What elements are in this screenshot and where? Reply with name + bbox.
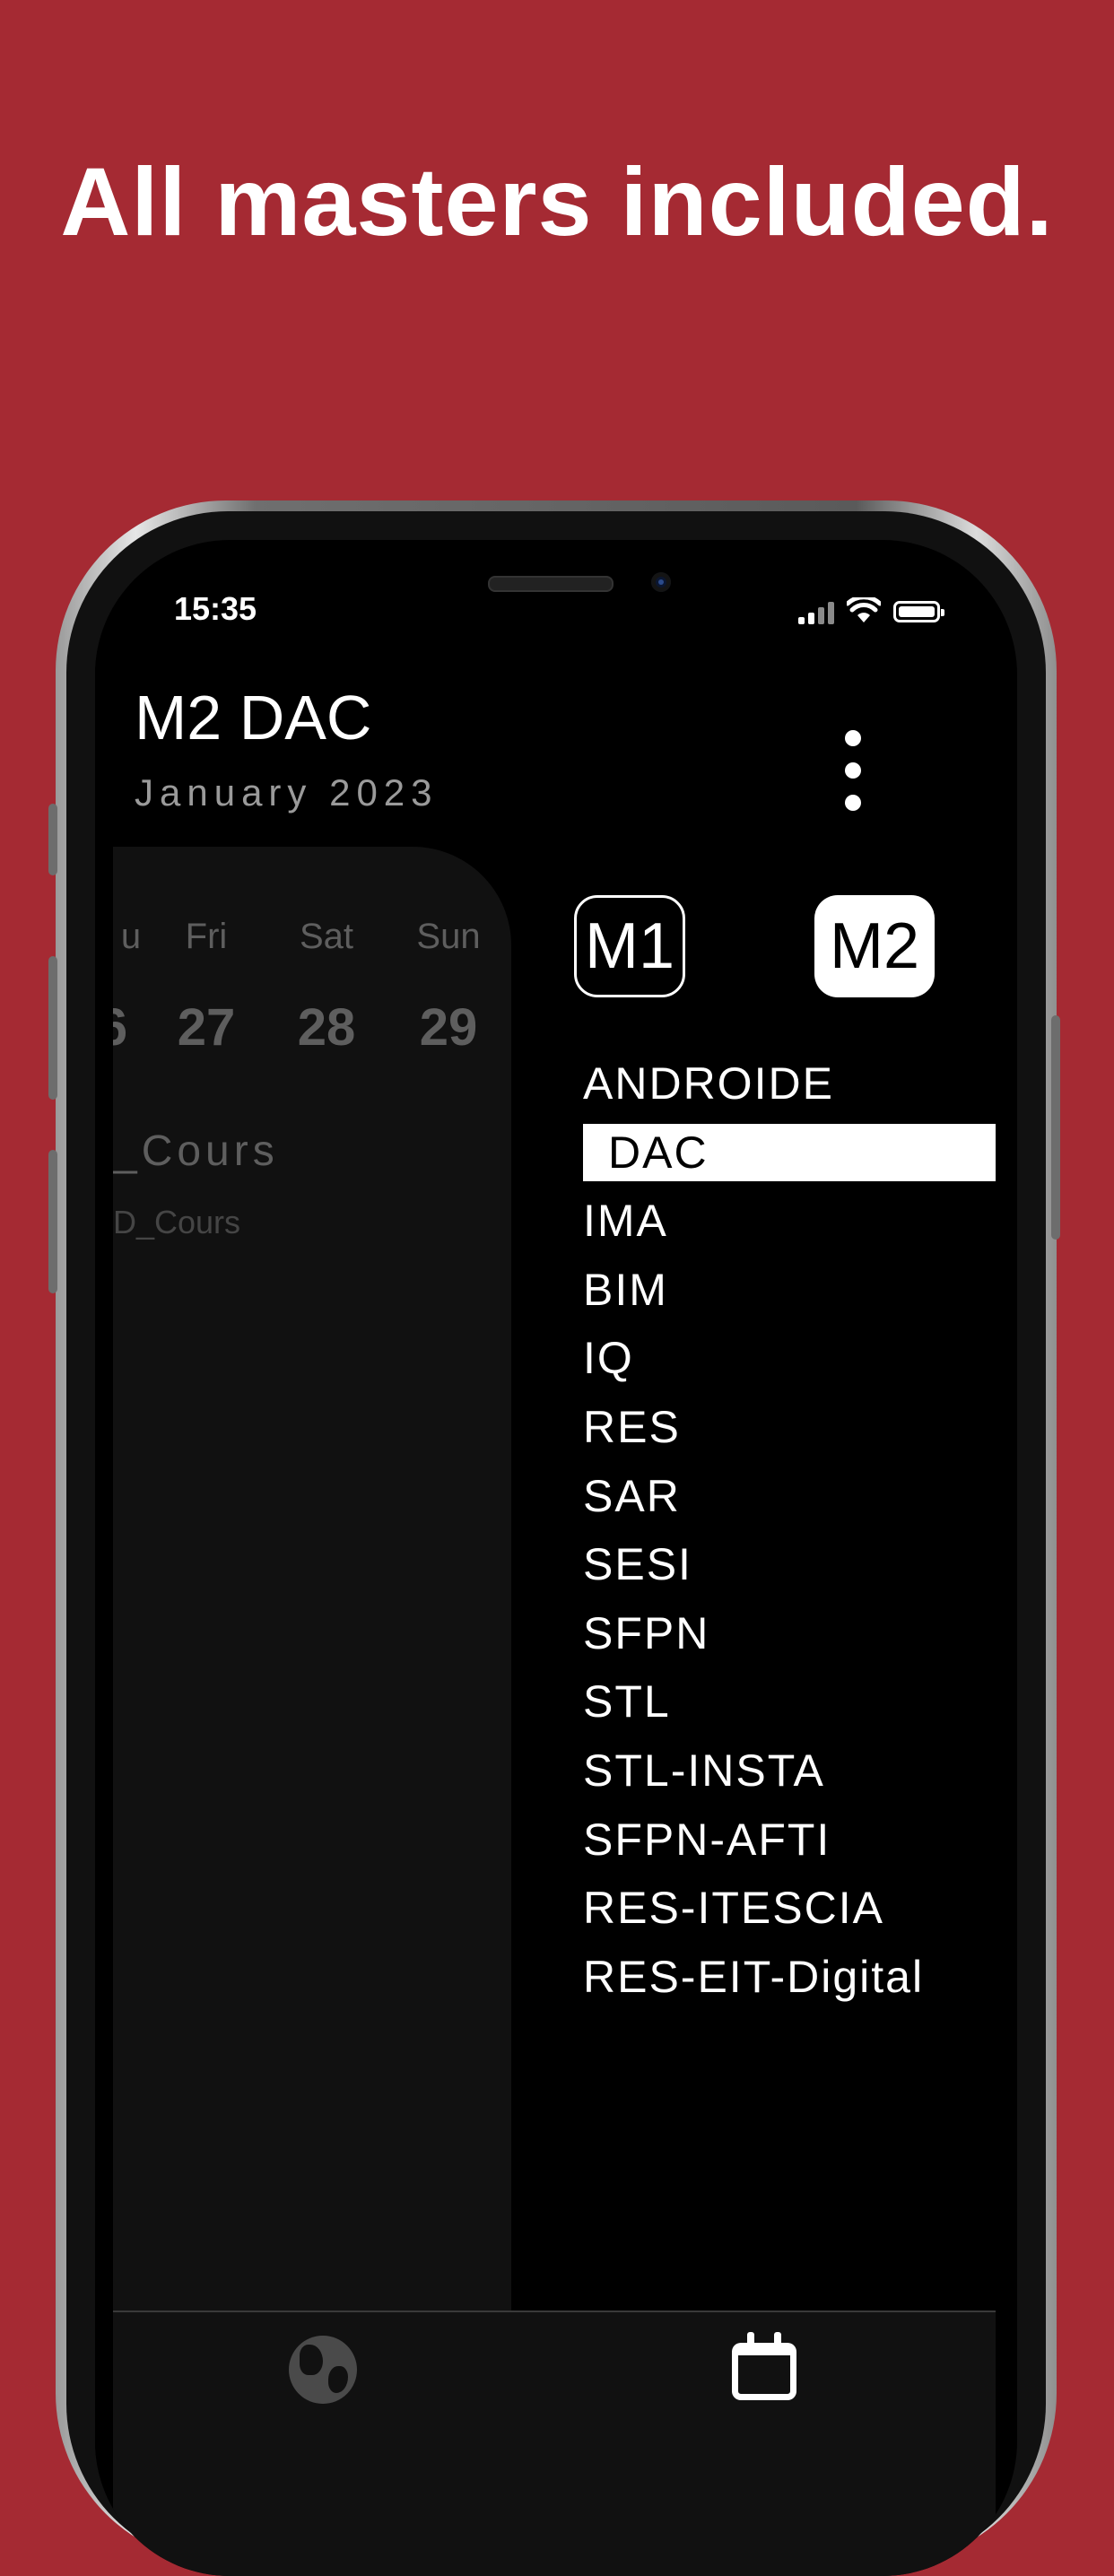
day-name: Sat xyxy=(299,917,354,956)
day-number[interactable]: 28 xyxy=(273,997,380,1057)
event-title[interactable]: _Cours xyxy=(113,1127,279,1176)
volume-down-button xyxy=(48,1150,57,1293)
power-button xyxy=(1051,1015,1060,1240)
masters-list: ANDROIDE DAC IMA BIM IQ RES SAR SESI SFP… xyxy=(583,1049,996,2011)
day-name: Sun xyxy=(416,917,481,956)
speaker xyxy=(488,576,614,592)
master-item[interactable]: RES xyxy=(583,1393,996,1462)
cellular-signal-icon xyxy=(798,599,834,624)
status-time: 15:35 xyxy=(174,590,257,627)
master-item[interactable]: SFPN-AFTI xyxy=(583,1806,996,1875)
master-item[interactable]: RES-ITESCIA xyxy=(583,1874,996,1943)
day-number[interactable]: 29 xyxy=(395,997,502,1057)
master-item[interactable]: BIM xyxy=(583,1256,996,1325)
master-item[interactable]: SESI xyxy=(583,1530,996,1599)
master-item[interactable]: SFPN xyxy=(583,1599,996,1668)
status-icons xyxy=(798,594,944,624)
day-number[interactable]: 27 xyxy=(152,997,260,1057)
master-item[interactable]: SAR xyxy=(583,1462,996,1531)
headline: All masters included. xyxy=(60,147,1054,256)
month-year-label: January 2023 xyxy=(135,771,439,814)
level-m1-button[interactable]: M1 xyxy=(574,895,685,997)
master-item[interactable]: RES-EIT-Digital xyxy=(583,1943,996,2012)
day-name: Fri xyxy=(185,917,228,956)
volume-up-button xyxy=(48,956,57,1100)
camera xyxy=(651,572,671,592)
master-item[interactable]: STL-INSTA xyxy=(583,1736,996,1806)
more-dot-icon xyxy=(845,730,861,746)
master-item-selected[interactable]: DAC xyxy=(583,1123,996,1181)
master-item[interactable]: IQ xyxy=(583,1324,996,1393)
more-options-button[interactable] xyxy=(831,730,875,811)
mute-switch xyxy=(48,804,57,875)
master-item[interactable]: STL xyxy=(583,1667,996,1736)
globe-icon[interactable] xyxy=(289,2336,357,2404)
master-item[interactable]: IMA xyxy=(583,1187,996,1256)
page-title: M2 DAC xyxy=(135,683,372,753)
event-subtitle: D_Cours xyxy=(113,1204,241,1240)
wifi-icon xyxy=(847,597,881,622)
calendar-panel[interactable] xyxy=(113,847,511,2318)
calendar-icon[interactable] xyxy=(732,2332,796,2400)
bottom-tab-bar xyxy=(113,2311,996,2576)
level-m2-button[interactable]: M2 xyxy=(814,895,935,997)
battery-icon xyxy=(893,601,944,622)
notch xyxy=(326,540,784,619)
more-dot-icon xyxy=(845,795,861,811)
master-item[interactable]: ANDROIDE xyxy=(583,1049,996,1118)
more-dot-icon xyxy=(845,762,861,779)
phone-screen: 15:35 M2 DAC January 2023 u Fri Sat Sun … xyxy=(95,540,1017,2576)
